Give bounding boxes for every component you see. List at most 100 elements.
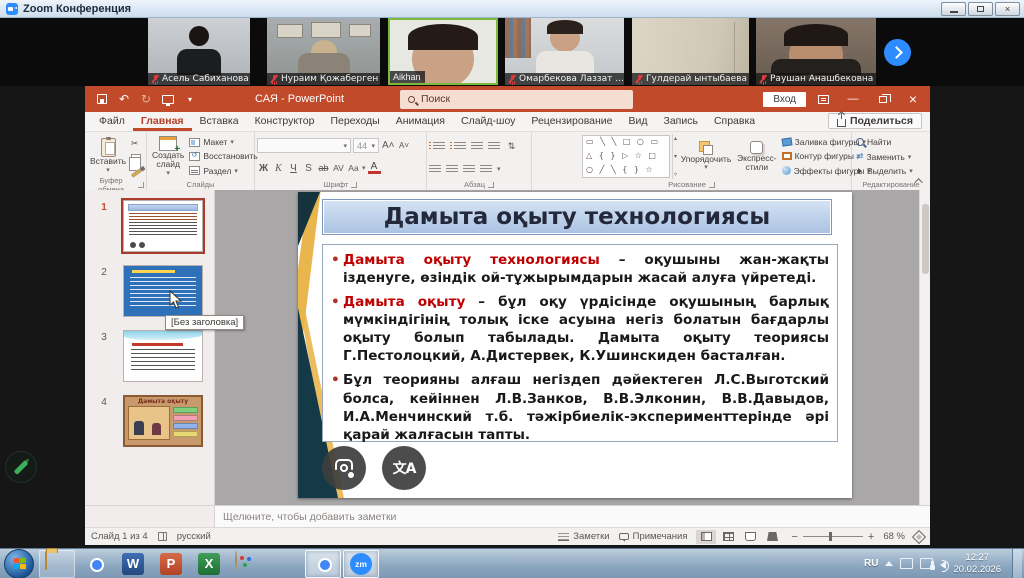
underline-button[interactable]: Ч	[287, 161, 300, 175]
current-slide[interactable]: Дамыта оқыту технологиясы Дамыта оқыту т…	[298, 192, 852, 498]
tab-slideshow[interactable]: Слайд-шоу	[453, 113, 523, 131]
normal-view-button[interactable]	[696, 530, 716, 544]
indent-increase-button[interactable]	[488, 142, 500, 151]
taskbar-chrome-pinned[interactable]	[77, 550, 113, 578]
qat-customize-icon[interactable]: ▾	[183, 92, 197, 106]
align-left-button[interactable]	[429, 165, 441, 174]
language-indicator[interactable]: русский	[177, 531, 211, 542]
numbering-button[interactable]	[454, 142, 466, 151]
next-participants-button[interactable]	[884, 39, 911, 66]
zoom-in-button[interactable]: +	[868, 531, 874, 543]
cut-button[interactable]: ✂	[129, 138, 144, 149]
redo-icon[interactable]: ↻	[139, 92, 153, 106]
zoom-slider[interactable]	[803, 536, 863, 537]
tray-volume-icon[interactable]	[940, 561, 946, 569]
format-painter-button[interactable]	[129, 171, 144, 175]
participant-tile[interactable]: Гулдерай ынтыбаева	[632, 18, 749, 85]
slide-thumbnail-4[interactable]: Дамыта оқыту	[123, 395, 203, 447]
tab-record[interactable]: Запись	[656, 113, 706, 131]
minimize-button[interactable]	[941, 2, 966, 16]
increase-font-icon[interactable]: A˄	[381, 139, 396, 153]
character-spacing-button[interactable]: AV	[332, 161, 345, 175]
ppt-minimize-button[interactable]: —	[840, 89, 866, 109]
new-slide-button[interactable]: Создать слайд ▾	[149, 134, 187, 179]
taskbar-zoom-active[interactable]: zm	[343, 550, 379, 578]
tab-insert[interactable]: Вставка	[192, 113, 247, 131]
indent-decrease-button[interactable]	[471, 142, 483, 151]
slide-thumbnail-1[interactable]	[123, 200, 203, 252]
translate-button[interactable]: 文A	[382, 446, 426, 490]
taskbar-firefox[interactable]	[267, 550, 303, 578]
layout-button[interactable]: Макет▾	[187, 137, 259, 147]
taskbar-chrome-active[interactable]	[305, 550, 341, 578]
maximize-button[interactable]	[968, 2, 993, 16]
text-shadow-button[interactable]: S	[302, 161, 315, 175]
arrange-button[interactable]: Упорядочить ▾	[678, 134, 734, 179]
annotation-pencil-button[interactable]	[5, 451, 37, 483]
align-right-button[interactable]	[463, 165, 475, 174]
vertical-scrollbar[interactable]	[919, 190, 930, 505]
participant-tile[interactable]: Нураим Қожаберген	[267, 18, 380, 85]
taskbar-excel[interactable]: X	[191, 550, 227, 578]
replace-button[interactable]: ⇄Заменить▾	[854, 151, 928, 162]
tab-animations[interactable]: Анимация	[388, 113, 453, 131]
search-input[interactable]: Поиск	[400, 90, 633, 109]
reset-button[interactable]: Восстановить	[187, 151, 259, 161]
tab-file[interactable]: Файл	[91, 113, 133, 131]
tab-home[interactable]: Главная	[133, 113, 192, 131]
tray-expand-icon[interactable]	[885, 561, 893, 566]
tab-view[interactable]: Вид	[621, 113, 656, 131]
paragraph-dialog-launcher[interactable]	[488, 182, 494, 188]
taskbar-powerpoint[interactable]: P	[153, 550, 189, 578]
start-button[interactable]	[4, 549, 34, 578]
sign-in-button[interactable]: Вход	[763, 92, 806, 107]
italic-button[interactable]: К	[272, 161, 285, 175]
share-button[interactable]: Поделиться	[828, 113, 922, 129]
comments-toggle[interactable]: Примечания	[619, 531, 688, 542]
font-color-button[interactable]: А	[368, 162, 381, 174]
slideshow-view-button[interactable]	[762, 530, 782, 544]
copy-button[interactable]	[129, 154, 144, 166]
start-slideshow-icon[interactable]	[161, 92, 175, 106]
font-size-combo[interactable]: 44▾	[353, 138, 379, 153]
reading-view-button[interactable]	[740, 530, 760, 544]
change-case-button[interactable]: Aa	[347, 161, 360, 175]
slide-thumbnail-3[interactable]	[123, 330, 203, 382]
justify-button[interactable]	[480, 165, 492, 174]
participant-tile[interactable]: Асель Сабиханова	[148, 18, 250, 85]
columns-button[interactable]: ▾	[497, 165, 501, 173]
slide-text-box[interactable]: Дамыта оқыту технологиясы – оқушыны жан-…	[322, 244, 838, 442]
zoom-out-button[interactable]: −	[791, 531, 797, 543]
section-button[interactable]: Раздел▾	[187, 166, 259, 176]
clipboard-dialog-launcher[interactable]	[138, 182, 144, 188]
taskbar-clock[interactable]: 12:27 20.02.2026	[953, 552, 1005, 576]
show-desktop-button[interactable]	[1012, 549, 1022, 578]
save-icon[interactable]	[95, 92, 109, 106]
slide-thumbnail-2[interactable]	[123, 265, 203, 317]
slide-sorter-view-button[interactable]	[718, 530, 738, 544]
slide-title[interactable]: Дамыта оқыту технологиясы	[322, 199, 832, 235]
tab-review[interactable]: Рецензирование	[523, 113, 620, 131]
ppt-restore-button[interactable]	[870, 89, 896, 109]
ppt-close-button[interactable]: ×	[900, 89, 926, 109]
taskbar-explorer[interactable]	[39, 550, 75, 578]
tab-help[interactable]: Справка	[706, 113, 763, 131]
drawing-dialog-launcher[interactable]	[709, 182, 715, 188]
undo-icon[interactable]: ↶	[117, 92, 131, 106]
decrease-font-icon[interactable]: A˅	[398, 139, 411, 153]
taskbar-paint[interactable]	[229, 550, 265, 578]
ribbon-display-options-icon[interactable]	[810, 89, 836, 109]
quick-styles-button[interactable]: Экспресс-стили	[734, 134, 780, 179]
font-dialog-launcher[interactable]	[351, 182, 357, 188]
paste-button[interactable]: Вставить ▾	[87, 134, 129, 179]
participant-tile[interactable]: Раушан Анашбековна	[756, 18, 876, 85]
align-center-button[interactable]	[446, 165, 458, 174]
participant-tile-active-speaker[interactable]: Aikhan	[388, 18, 498, 85]
collapse-ribbon-icon[interactable]	[913, 175, 927, 187]
taskbar-word[interactable]: W	[115, 550, 151, 578]
tab-design[interactable]: Конструктор	[247, 113, 323, 131]
participant-tile[interactable]: Омарбекова Лаззат ...	[505, 18, 624, 85]
find-button[interactable]: Найти	[854, 137, 928, 147]
notes-toggle[interactable]: Заметки	[558, 531, 609, 542]
font-name-combo[interactable]: ▾	[257, 138, 351, 153]
